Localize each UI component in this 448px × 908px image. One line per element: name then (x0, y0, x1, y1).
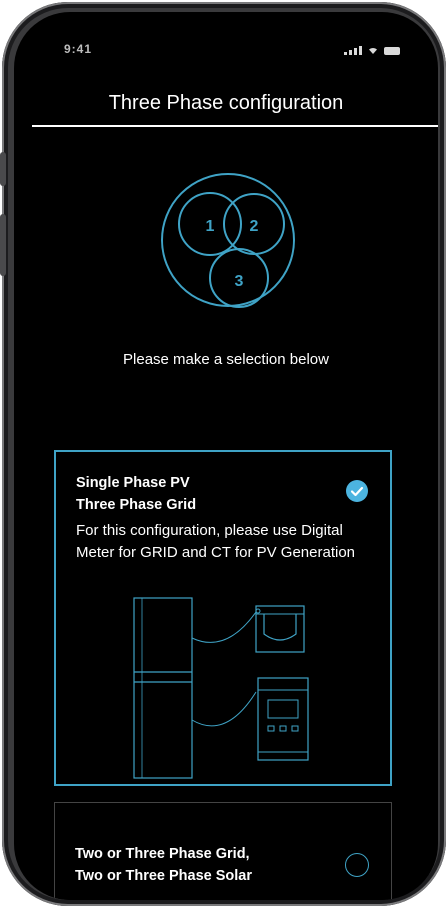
app-screen: 9:41 Three Phase configuration 1 2 3 Ple… (14, 12, 438, 900)
three-phase-diagram: 1 2 3 (161, 173, 295, 308)
wiring-illustration (133, 597, 309, 779)
option-card-single-phase-pv[interactable]: Single Phase PV Three Phase Grid For thi… (54, 450, 392, 786)
option-description: For this configuration, please use Digit… (76, 522, 356, 561)
battery-icon (384, 47, 400, 55)
notch (146, 12, 306, 42)
option-title-line2: Two or Three Phase Solar (75, 868, 253, 884)
inverter-unit (133, 597, 193, 779)
phase-label-3: 3 (235, 273, 244, 290)
ct-clamp (255, 605, 305, 653)
header-divider (32, 125, 438, 127)
status-time: 9:41 (64, 42, 93, 56)
phase-label-1: 1 (206, 218, 215, 235)
option-title-line1: Single Phase PV (76, 475, 190, 491)
wifi-icon (369, 47, 377, 54)
radio-unselected-icon[interactable] (345, 853, 369, 877)
status-bar: 9:41 (14, 42, 438, 62)
check-selected-icon (346, 480, 368, 502)
option-card-two-or-three-phase[interactable]: Two or Three Phase Grid, Two or Three Ph… (54, 802, 392, 900)
phase-label-2: 2 (250, 218, 259, 235)
status-icons (344, 45, 400, 55)
selection-prompt: Please make a selection below (123, 351, 329, 368)
side-button (0, 214, 6, 276)
option-title-line2: Three Phase Grid (76, 497, 197, 513)
signal-icon (344, 46, 362, 55)
option-title-line1: Two or Three Phase Grid, (75, 846, 250, 862)
page-title: Three Phase configuration (108, 92, 344, 114)
side-button (0, 152, 6, 186)
